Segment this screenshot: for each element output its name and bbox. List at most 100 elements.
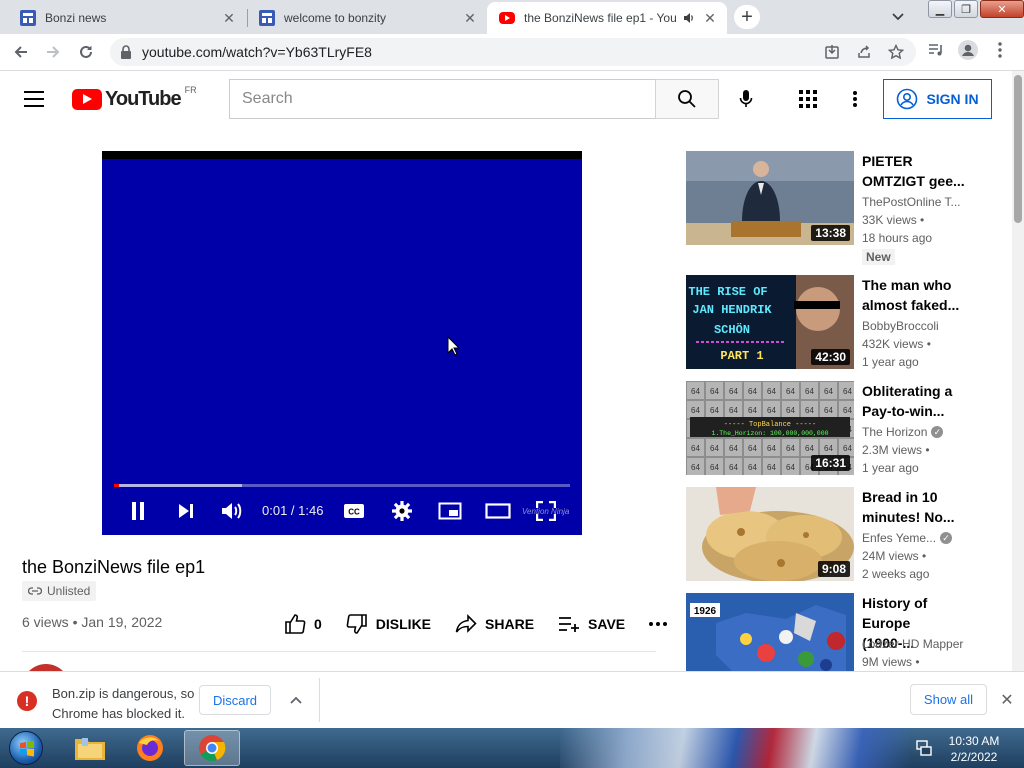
- taskbar-chrome[interactable]: [184, 730, 240, 766]
- recommendation-title[interactable]: Obliterating a Pay-to-win...: [862, 381, 966, 421]
- video-player[interactable]: 0:01 / 1:46 CC Vention Ninja: [102, 151, 582, 535]
- hamburger-menu-icon[interactable]: [24, 91, 44, 107]
- forward-button[interactable]: [40, 39, 66, 65]
- video-thumbnail[interactable]: 64 ----- TopBalance ----- 1.The_Horizon:…: [686, 381, 854, 475]
- progress-bar[interactable]: [114, 484, 570, 487]
- share-button[interactable]: SHARE: [455, 614, 534, 634]
- window-close-button[interactable]: ✕: [980, 0, 1024, 18]
- recommendation-item[interactable]: THE RISE OF JAN HENDRIK SCHÖN PART 1 42:…: [686, 275, 1006, 371]
- share-arrow-icon: [455, 614, 477, 633]
- media-controls-icon[interactable]: [924, 40, 948, 60]
- thumb-text-line: ----- TopBalance -----: [724, 421, 816, 429]
- discard-button[interactable]: Discard: [199, 685, 271, 715]
- new-tab-button[interactable]: +: [734, 5, 760, 29]
- start-button[interactable]: [4, 729, 48, 767]
- close-download-bar-icon[interactable]: ✕: [997, 690, 1017, 710]
- thumb-text-line: JAN HENDRIK: [692, 303, 772, 317]
- recommendation-age: 1 year ago: [862, 461, 919, 475]
- recommendation-channel[interactable]: Enfes Yeme... ✓: [862, 531, 953, 545]
- more-actions-button[interactable]: [649, 622, 668, 626]
- search-input[interactable]: Search: [229, 79, 656, 119]
- close-tab-icon[interactable]: ✕: [220, 9, 238, 27]
- taskbar-explorer[interactable]: [62, 730, 118, 766]
- recommendation-channel[interactable]: The Horizon ✓: [862, 425, 944, 439]
- new-badge: New: [862, 249, 895, 265]
- install-app-icon[interactable]: [820, 42, 844, 62]
- youtube-wordmark: YouTube: [105, 88, 182, 110]
- bookmark-star-icon[interactable]: [884, 42, 908, 62]
- subtitles-button[interactable]: CC: [342, 499, 366, 523]
- sign-in-button[interactable]: SIGN IN: [883, 79, 992, 119]
- recommendation-item[interactable]: 64 ----- TopBalance ----- 1.The_Horizon:…: [686, 381, 1006, 477]
- recommendation-channel[interactable]: Lodzer HD Mapper: [862, 637, 963, 651]
- page-scrollbar[interactable]: [1012, 71, 1024, 671]
- reload-button[interactable]: [73, 39, 99, 65]
- recommendation-item[interactable]: 9:08 Bread in 10 minutes! No... Enfes Ye…: [686, 487, 1006, 583]
- tab-welcome-to-bonzity[interactable]: welcome to bonzity ✕: [239, 2, 487, 34]
- tab-search-button[interactable]: [886, 6, 910, 28]
- recommendation-item[interactable]: 1926 History of Europe (1900-... Lodzer …: [686, 593, 1006, 671]
- apps-grid-icon[interactable]: [796, 87, 820, 111]
- search-button[interactable]: [655, 79, 719, 119]
- tab-bonzi-news[interactable]: Bonzi news ✕: [0, 2, 246, 34]
- taskbar-firefox[interactable]: [122, 730, 178, 766]
- recommendation-title[interactable]: Bread in 10 minutes! No...: [862, 487, 966, 527]
- network-tray-icon[interactable]: [912, 733, 936, 763]
- video-thumbnail[interactable]: 1926: [686, 593, 854, 671]
- download-options-button[interactable]: [286, 690, 306, 710]
- window-controls: ▁ ❐ ✕: [928, 0, 1024, 18]
- miniplayer-button[interactable]: [438, 499, 462, 523]
- video-thumbnail[interactable]: THE RISE OF JAN HENDRIK SCHÖN PART 1 42:…: [686, 275, 854, 369]
- address-bar[interactable]: youtube.com/watch?v=Yb63TLryFE8: [110, 38, 916, 66]
- video-thumbnail[interactable]: 13:38: [686, 151, 854, 245]
- firefox-icon: [137, 735, 163, 761]
- playlist-add-icon: [559, 617, 580, 632]
- tab-label: welcome to bonzity: [284, 11, 387, 25]
- views-text: 9M views: [862, 655, 913, 669]
- tab-bonzinews-file[interactable]: the BonziNews file ep1 - You ✕: [487, 2, 727, 34]
- close-tab-icon[interactable]: ✕: [461, 9, 479, 27]
- audio-playing-icon[interactable]: [683, 12, 695, 24]
- next-button[interactable]: [174, 499, 198, 523]
- profile-avatar-icon[interactable]: [956, 40, 980, 60]
- scrollbar-thumb[interactable]: [1014, 75, 1022, 223]
- recommendation-channel[interactable]: BobbyBroccoli: [862, 319, 939, 333]
- video-thumbnail[interactable]: 9:08: [686, 487, 854, 581]
- minimize-button[interactable]: ▁: [928, 0, 952, 18]
- windows-taskbar: 10:30 AM 2/2/2022: [0, 728, 1024, 768]
- recommendation-views: 33K views •: [862, 213, 925, 227]
- recommendation-views: 9M views •: [862, 655, 920, 669]
- share-page-icon[interactable]: [852, 42, 876, 62]
- video-duration: 9:08: [817, 561, 850, 577]
- close-tab-icon[interactable]: ✕: [701, 9, 719, 27]
- video-duration: 13:38: [811, 225, 850, 241]
- settings-button[interactable]: [390, 499, 414, 523]
- tab-label: the BonziNews file ep1 - You: [524, 11, 677, 25]
- show-all-downloads-button[interactable]: Show all: [910, 684, 987, 715]
- thumbnail-map-image: 1926: [686, 593, 854, 671]
- theater-mode-button[interactable]: [484, 499, 512, 523]
- youtube-play-logo-icon: [72, 89, 102, 110]
- clock-date: 2/2/2022: [950, 750, 998, 764]
- system-clock[interactable]: 10:30 AM 2/2/2022: [944, 733, 1004, 765]
- recommendation-title[interactable]: PIETER OMTZIGT gee...: [862, 151, 966, 191]
- video-frame[interactable]: [102, 159, 582, 535]
- recommendation-channel[interactable]: ThePostOnline T...: [862, 195, 961, 209]
- like-button[interactable]: 0: [284, 613, 322, 635]
- microphone-icon: [739, 90, 753, 107]
- recommendation-views: 2.3M views •: [862, 443, 930, 457]
- pause-button[interactable]: [126, 499, 150, 523]
- recommendation-item[interactable]: 13:38 PIETER OMTZIGT gee... ThePostOnlin…: [686, 151, 1006, 265]
- dislike-button[interactable]: DISLIKE: [346, 613, 431, 635]
- youtube-logo[interactable]: YouTube FR: [72, 85, 197, 111]
- settings-more-icon[interactable]: [843, 87, 867, 111]
- clock-time: 10:30 AM: [948, 734, 1000, 748]
- recommendation-title[interactable]: The man who almost faked...: [862, 275, 966, 315]
- browser-menu-icon[interactable]: [988, 40, 1012, 60]
- back-button[interactable]: [8, 39, 34, 65]
- voice-search-button[interactable]: [732, 85, 760, 113]
- volume-button[interactable]: [220, 499, 244, 523]
- video-stats: 6 views • Jan 19, 2022: [22, 614, 162, 630]
- save-button[interactable]: SAVE: [558, 615, 625, 633]
- maximize-button[interactable]: ❐: [954, 0, 978, 18]
